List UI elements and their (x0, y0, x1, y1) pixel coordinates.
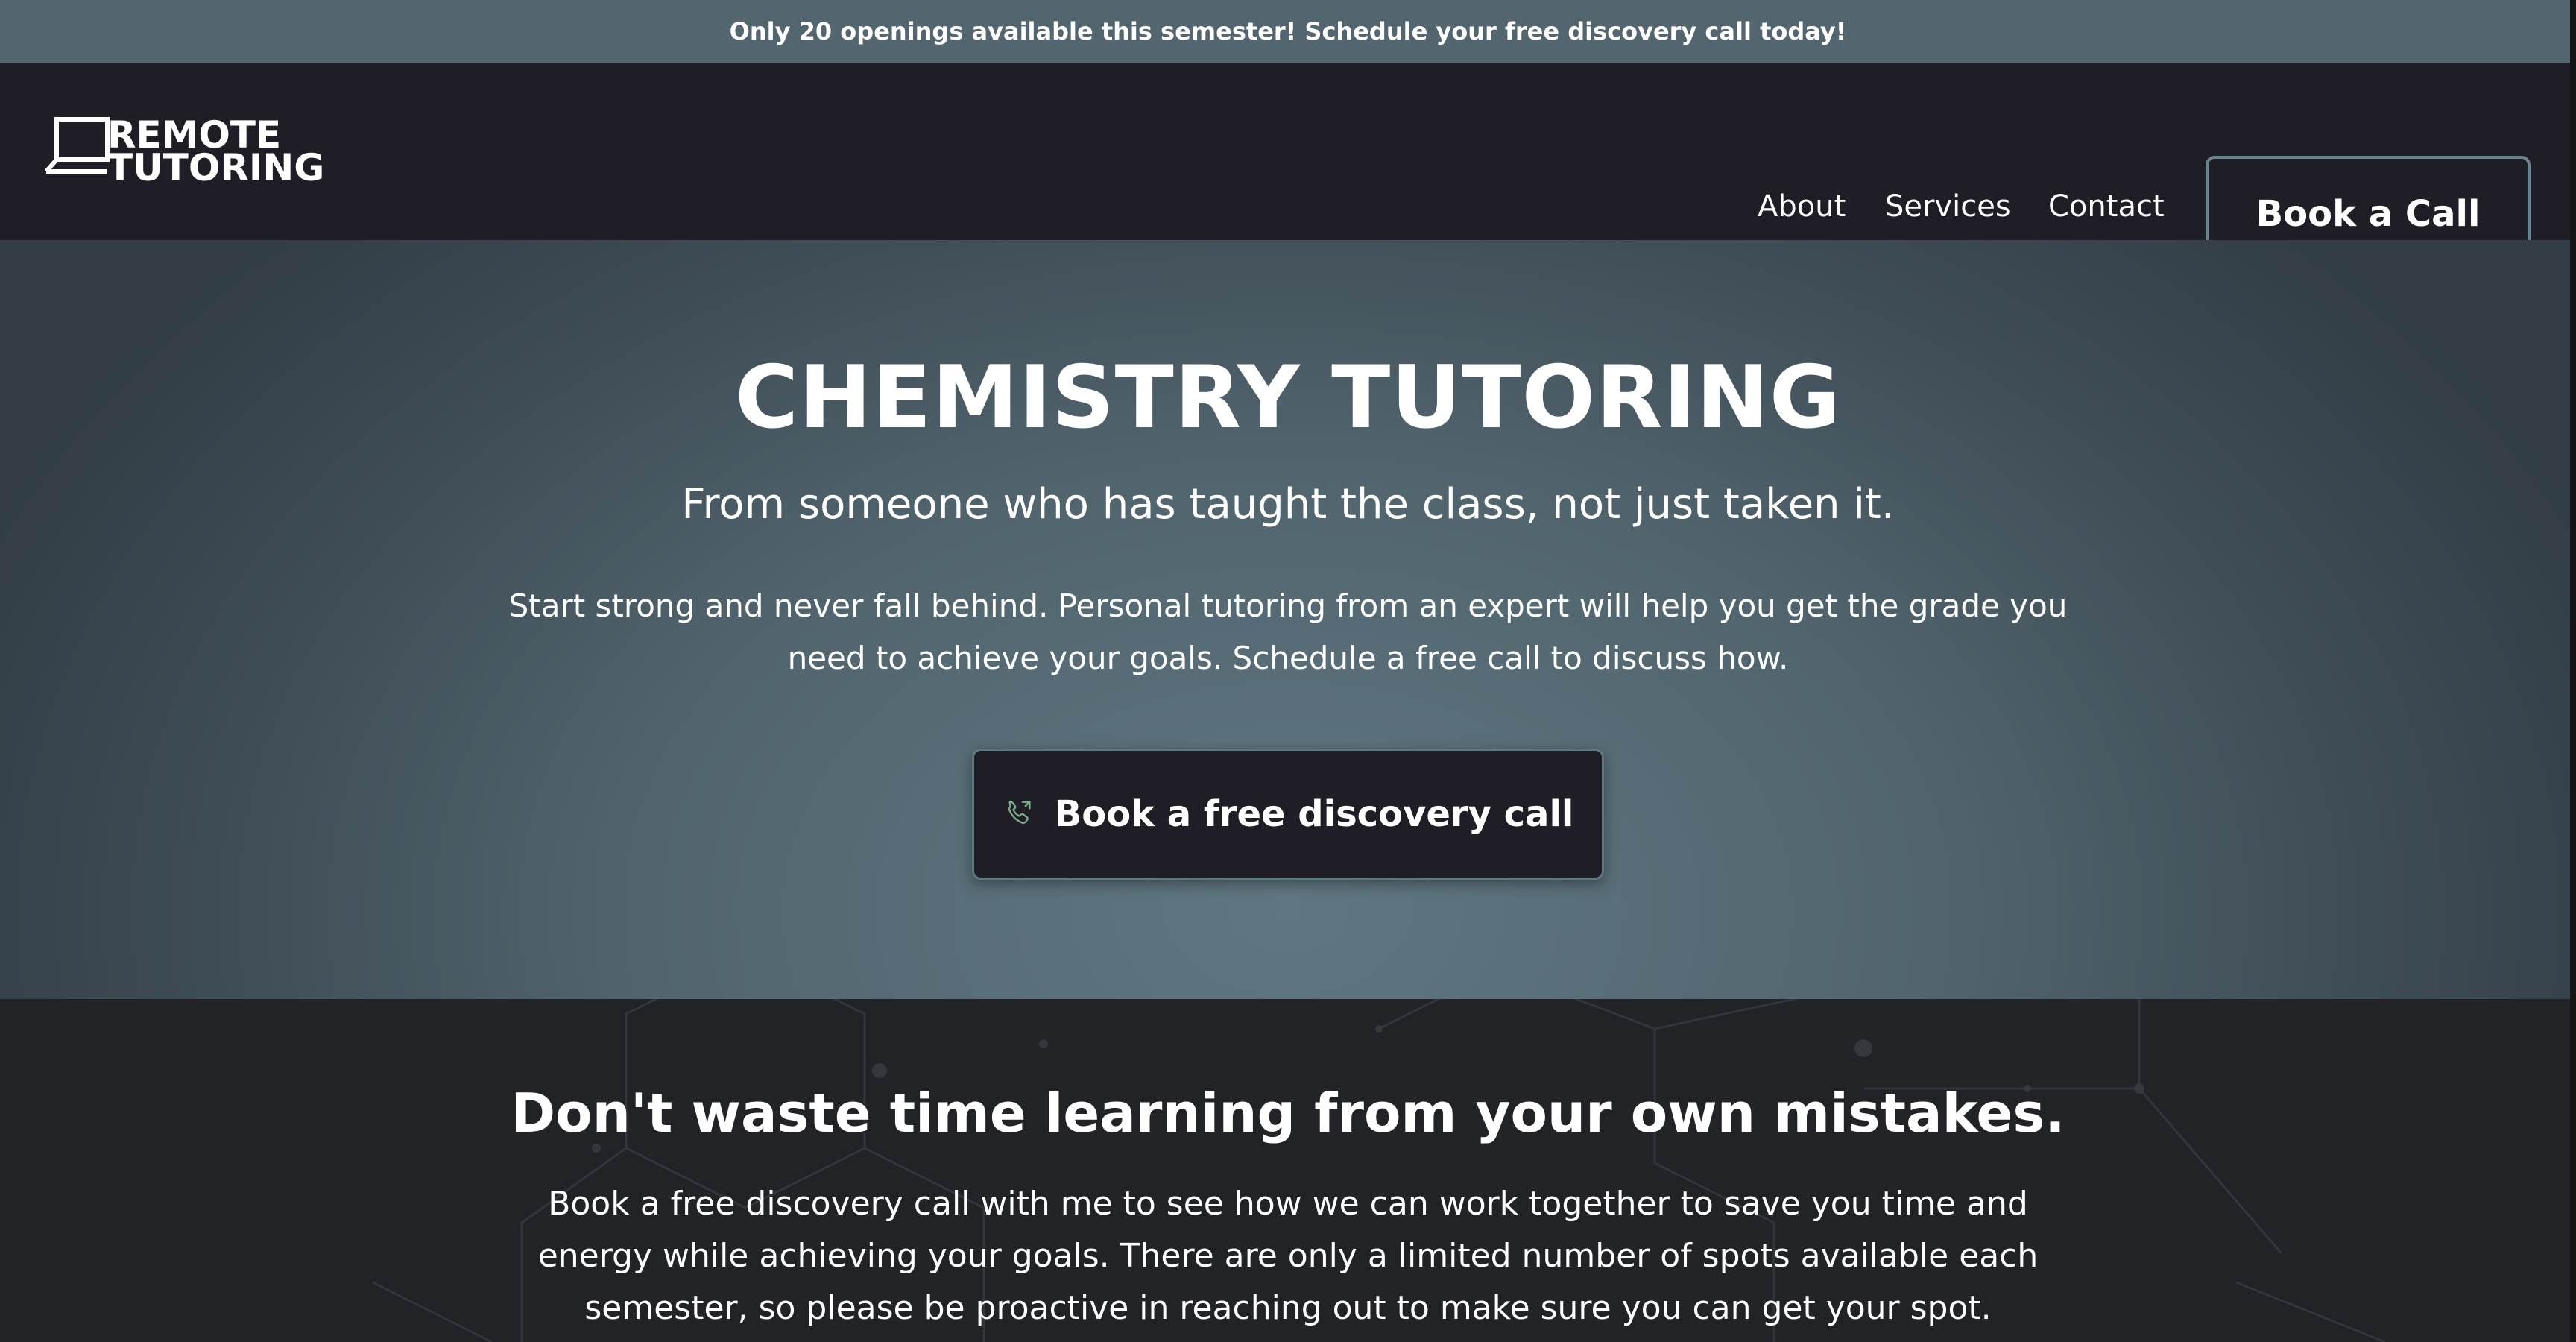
section-title: Don't waste time learning from your own … (511, 1082, 2065, 1144)
section-description: Book a free discovery call with me to se… (537, 1185, 2039, 1327)
hero-title: CHEMISTRY TUTORING (735, 347, 1841, 448)
discovery-call-label: Book a free discovery call (1054, 793, 1574, 835)
page: Only 20 openings available this semester… (0, 0, 2576, 1342)
site-logo[interactable]: REMOTE TUTORING (45, 115, 324, 189)
site-header: REMOTE TUTORING About Services Contact B… (0, 63, 2576, 272)
logo-text-line2: TUTORING (107, 146, 325, 189)
hero-description: Start strong and never fall behind. Pers… (508, 587, 2068, 676)
mistakes-section: Don't waste time learning from your own … (0, 999, 2576, 1342)
nav-link-contact[interactable]: Contact (2048, 189, 2165, 224)
nav-link-about[interactable]: About (1758, 189, 1846, 224)
hero-subtitle: From someone who has taught the class, n… (681, 480, 1895, 529)
phone-icon (1008, 801, 1031, 824)
book-discovery-call-button[interactable]: Book a free discovery call (972, 749, 1604, 880)
window-edge (2570, 0, 2576, 1342)
hero-section: CHEMISTRY TUTORING From someone who has … (0, 240, 2576, 999)
announcement-bar: Only 20 openings available this semester… (0, 0, 2576, 63)
announcement-text: Only 20 openings available this semester… (729, 17, 1847, 45)
laptop-icon (45, 117, 110, 174)
nav-link-services[interactable]: Services (1885, 189, 2011, 224)
